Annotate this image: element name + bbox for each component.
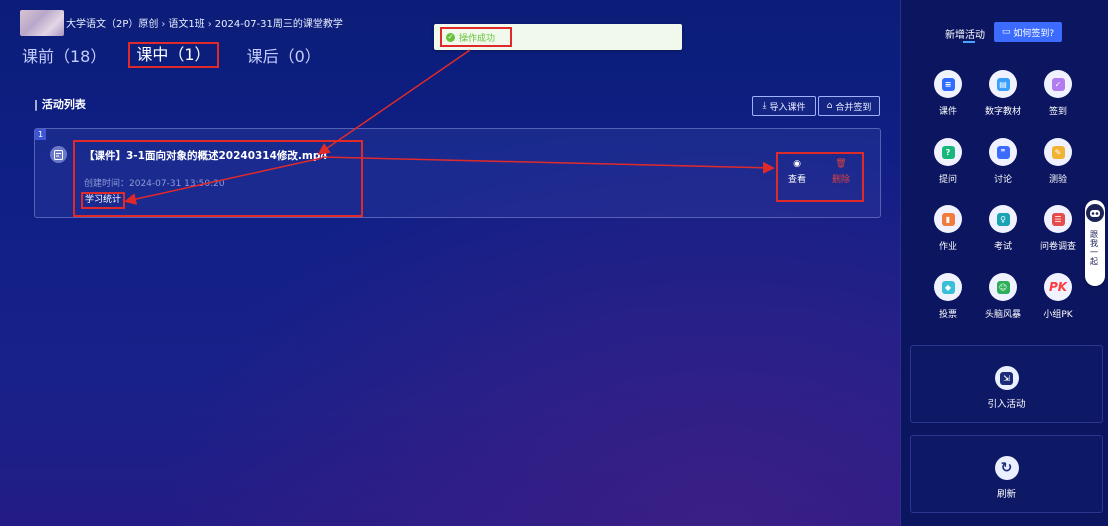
activity-quiz[interactable]: ✎ 测验 — [1030, 138, 1086, 185]
activity-homework[interactable]: ▮ 作业 — [920, 205, 976, 252]
tab-after-class[interactable]: 课后（0） — [247, 43, 321, 67]
import-courseware-button[interactable]: ⤓ 导入课件 — [752, 96, 816, 116]
activity-label: 小组PK — [1043, 310, 1073, 320]
success-toast: ✓ 操作成功 — [434, 24, 682, 50]
brainstorm-icon: ☺ — [989, 273, 1017, 301]
main-panel: 大学语文（2P）原创 › 语文1班 › 2024-07-31周三的课堂教学 课前（18）… — [0, 0, 901, 526]
vote-icon: ◆ — [934, 273, 962, 301]
activity-discussion[interactable]: ❞ 讨论 — [975, 138, 1031, 185]
import-activity-label: 引入活动 — [987, 399, 1026, 410]
activity-vote[interactable]: ◆ 投票 — [920, 273, 976, 320]
robot-icon — [1086, 204, 1104, 222]
toast-highlight: ✓ 操作成功 — [440, 27, 512, 47]
survey-icon: ☰ — [1044, 205, 1072, 233]
how-to-sign-in-button[interactable]: ▭ 如何签到? — [994, 22, 1062, 42]
download-icon: ⤓ — [762, 101, 767, 111]
sign-in-icon: ✓ — [1044, 70, 1072, 98]
course-thumbnail — [20, 10, 64, 36]
activity-label: 测验 — [1048, 175, 1067, 185]
activity-courseware[interactable]: ≡ 课件 — [920, 70, 976, 117]
stage-tabs: 课前（18） 课中（1） 课后（0） — [22, 42, 349, 68]
activity-title[interactable]: 【课件】3-1面向对象的概述20240314修改.mp4 — [84, 148, 328, 163]
video-icon: ▭ — [1001, 27, 1011, 37]
discussion-icon: ❞ — [989, 138, 1017, 166]
courseware-file-icon — [50, 146, 67, 163]
import-activity-button[interactable]: ⇲ 引入活动 — [910, 345, 1103, 423]
activity-label: 作业 — [938, 242, 957, 252]
merge-sign-in-label: 合并签到 — [835, 102, 872, 113]
courseware-icon: ≡ — [934, 70, 962, 98]
activity-sign-in[interactable]: ✓ 签到 — [1030, 70, 1086, 117]
tab-in-class[interactable]: 课中（1） — [128, 42, 219, 68]
delete-button[interactable]: 🗑 删除 — [824, 159, 858, 185]
activity-label: 头脑风暴 — [984, 310, 1021, 320]
refresh-button[interactable]: ↻ 刷新 — [910, 435, 1103, 513]
activity-created-time: 创建时间：2024-07-31 13:50:20 — [84, 179, 225, 189]
view-label: 查看 — [787, 175, 806, 185]
activity-question[interactable]: ? 提问 — [920, 138, 976, 185]
how-to-sign-in-label: 如何签到? — [1013, 28, 1055, 39]
sidebar-heading: 新增活动 — [945, 30, 985, 41]
merge-sign-in-button[interactable]: ⌂ 合并签到 — [818, 96, 880, 116]
activity-label: 提问 — [938, 175, 957, 185]
question-icon: ? — [934, 138, 962, 166]
activity-exam[interactable]: ♀ 考试 — [975, 205, 1031, 252]
assistant-label: 跟我一起 — [1090, 230, 1098, 266]
delete-label: 删除 — [831, 175, 850, 185]
check-circle-icon: ✓ — [446, 32, 455, 42]
add-activity-sidebar: 新增活动 ▭ 如何签到? ≡ 课件 ▤ 数字教材 ✓ 签到 ? 提问 ❞ 讨论 ✎… — [901, 0, 1108, 526]
activity-list-title: | 活动列表 — [34, 98, 86, 111]
tab-before-class[interactable]: 课前（18） — [22, 43, 106, 67]
breadcrumb: 大学语文（2P）原创 › 语文1班 › 2024-07-31周三的课堂教学 — [66, 15, 343, 30]
homework-icon: ▮ — [934, 205, 962, 233]
learning-stats-link[interactable]: 学习统计 — [81, 192, 126, 209]
merge-icon: ⌂ — [826, 101, 833, 111]
refresh-icon: ↻ — [994, 456, 1019, 480]
eye-icon: ◉ — [793, 159, 801, 169]
activity-label: 课件 — [938, 107, 957, 117]
activity-label: 投票 — [938, 310, 957, 320]
heading-underline — [963, 41, 975, 43]
activity-brainstorm[interactable]: ☺ 头脑风暴 — [975, 273, 1031, 320]
assistant-widget[interactable]: 跟我一起 — [1085, 200, 1105, 286]
activity-label: 讨论 — [993, 175, 1012, 185]
activity-index: 1 — [35, 129, 46, 140]
toast-message: 操作成功 — [459, 33, 496, 44]
quiz-icon: ✎ — [1044, 138, 1072, 166]
breadcrumb-course[interactable]: 大学语文（2P）原创 — [66, 19, 158, 30]
activity-label: 考试 — [993, 242, 1012, 252]
view-button[interactable]: ◉ 查看 — [780, 159, 814, 185]
activity-card[interactable]: 1 【课件】3-1面向对象的概述20240314修改.mp4 创建时间：2024… — [34, 128, 881, 218]
activity-group-pk[interactable]: PK 小组PK — [1030, 273, 1086, 320]
activity-survey[interactable]: ☰ 问卷调查 — [1030, 205, 1086, 252]
activity-label: 签到 — [1048, 107, 1067, 117]
breadcrumb-separator: › — [207, 19, 212, 30]
activity-digital-textbook[interactable]: ▤ 数字教材 — [975, 70, 1031, 117]
activity-label: 问卷调查 — [1039, 242, 1076, 252]
activity-list-title-text: 活动列表 — [41, 98, 86, 111]
breadcrumb-separator: › — [161, 19, 166, 30]
exam-icon: ♀ — [989, 205, 1017, 233]
import-icon: ⇲ — [994, 366, 1019, 390]
activity-label: 数字教材 — [984, 107, 1021, 117]
trash-icon: 🗑 — [835, 159, 847, 169]
refresh-label: 刷新 — [996, 489, 1016, 500]
digital-textbook-icon: ▤ — [989, 70, 1017, 98]
breadcrumb-lesson: 2024-07-31周三的课堂教学 — [214, 19, 343, 30]
group-pk-icon: PK — [1044, 273, 1072, 301]
breadcrumb-class[interactable]: 语文1班 — [168, 19, 204, 30]
import-courseware-label: 导入课件 — [769, 102, 806, 113]
